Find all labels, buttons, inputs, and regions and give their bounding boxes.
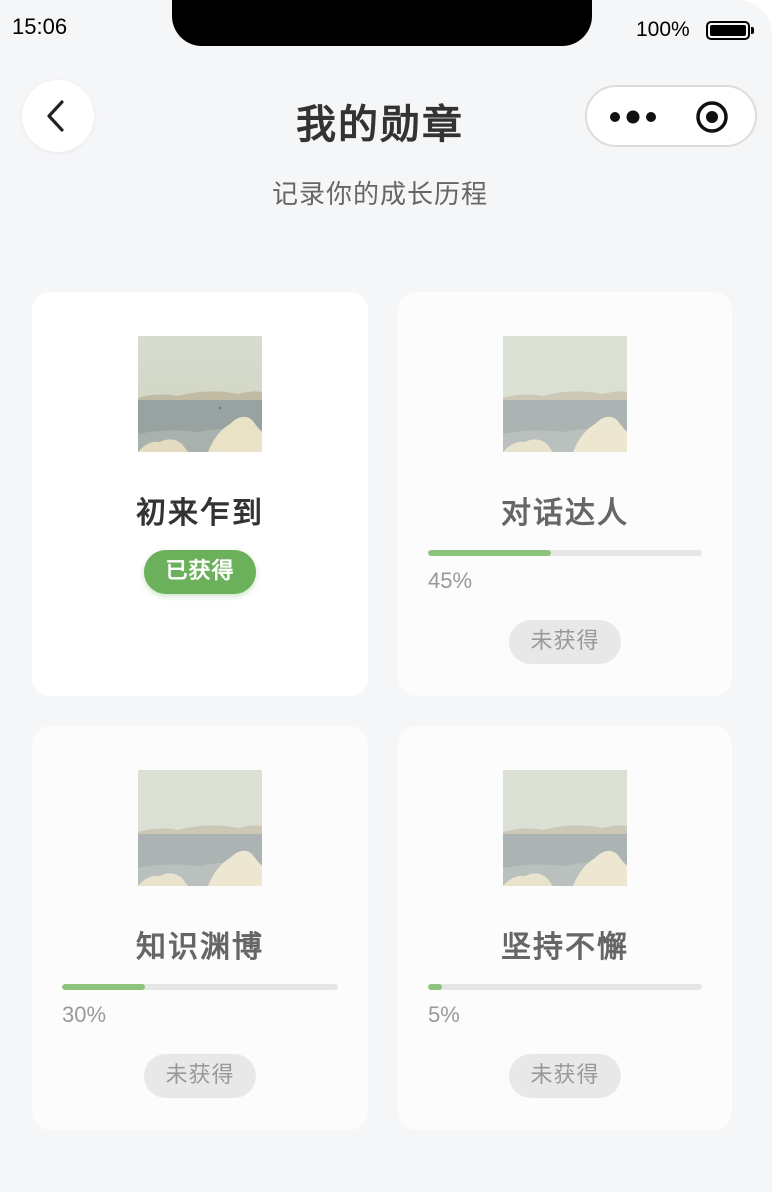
badge-name: 坚持不懈 <box>501 930 629 965</box>
badge-image <box>138 336 262 452</box>
badge-image <box>503 336 627 452</box>
mini-program-capsule <box>585 85 757 147</box>
capsule-divider <box>673 101 674 131</box>
progress-bar <box>62 984 338 990</box>
progress-fill <box>428 550 552 556</box>
locked-status-badge: 未获得 <box>144 1054 256 1098</box>
progress-bar <box>428 550 702 556</box>
more-dots-icon[interactable] <box>609 109 657 125</box>
battery-icon <box>706 21 750 40</box>
badge-card-locked[interactable]: 坚持不懈 5% 未获得 <box>398 726 732 1130</box>
progress-percentage: 30% <box>62 1002 107 1027</box>
progress-bar <box>428 984 702 990</box>
back-button[interactable] <box>22 80 94 152</box>
badge-name: 对话达人 <box>501 496 629 531</box>
chevron-left-icon <box>47 100 64 132</box>
app-screen: 15:06 100% 我的勋章 记录你的成长历程 初来乍到 已获得 对话达人 4… <box>0 0 772 1192</box>
badge-image <box>138 770 262 886</box>
progress-fill <box>428 984 442 990</box>
progress-percentage: 45% <box>428 568 473 593</box>
progress-fill <box>62 984 145 990</box>
device-notch <box>172 0 592 46</box>
target-circle-icon[interactable] <box>695 100 729 134</box>
locked-status-badge: 未获得 <box>509 620 621 664</box>
page-title: 我的勋章 <box>296 102 464 148</box>
progress-percentage: 5% <box>428 1002 460 1027</box>
status-time: 15:06 <box>12 14 68 39</box>
badge-card-locked[interactable]: 对话达人 45% 未获得 <box>398 292 732 696</box>
earned-status-badge: 已获得 <box>144 550 256 594</box>
screen-edge <box>772 0 778 1192</box>
badge-name: 知识渊博 <box>136 930 264 965</box>
badge-image <box>503 770 627 886</box>
locked-status-badge: 未获得 <box>509 1054 621 1098</box>
battery-level <box>710 25 746 36</box>
battery-tip <box>751 27 754 34</box>
page-subtitle: 记录你的成长历程 <box>271 180 488 210</box>
badge-name: 初来乍到 <box>136 496 264 531</box>
battery-percentage: 100% <box>636 18 690 41</box>
badge-card-locked[interactable]: 知识渊博 30% 未获得 <box>32 726 368 1130</box>
badge-card-earned[interactable]: 初来乍到 已获得 <box>32 292 368 696</box>
